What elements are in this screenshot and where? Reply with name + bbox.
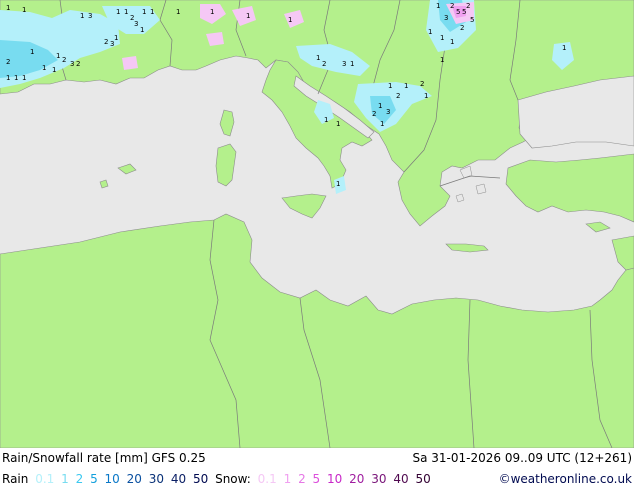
snow-legend-label: Snow: bbox=[215, 472, 251, 486]
precipitation-map: 1 1 1 3 1 1 2 3 1 1 1 2 3 1 1 1 2 3 2 1 … bbox=[0, 0, 634, 448]
precip-label: 1 bbox=[176, 8, 180, 16]
precip-label: 1 bbox=[52, 66, 56, 74]
precip-label: 1 bbox=[142, 8, 146, 16]
snow-legend-2: 2 bbox=[298, 472, 306, 486]
precip-label: 1 bbox=[116, 8, 120, 16]
precip-label: 1 bbox=[336, 120, 340, 128]
precip-label: 1 bbox=[6, 4, 10, 12]
snow-legend-5: 20 bbox=[349, 472, 365, 486]
snow-legend-4: 10 bbox=[327, 472, 343, 486]
precip-label: 2 bbox=[466, 2, 470, 10]
precip-label: 1 bbox=[246, 12, 250, 20]
precip-label: 3 bbox=[386, 108, 390, 116]
snow-legend-1: 1 bbox=[283, 472, 292, 486]
snow-legend-8: 50 bbox=[415, 472, 431, 486]
precip-label: 1 bbox=[428, 28, 432, 36]
precip-label: 2 bbox=[420, 80, 424, 88]
rain-legend-4: 10 bbox=[104, 472, 120, 486]
rain-legend-5: 20 bbox=[126, 472, 142, 486]
precip-label: 2 bbox=[104, 38, 108, 46]
precip-label: 1 bbox=[140, 26, 144, 34]
precip-label: 2 bbox=[6, 58, 10, 66]
precip-label: 1 bbox=[150, 8, 154, 16]
precip-label: 2 bbox=[450, 2, 454, 10]
precip-label: 1 bbox=[324, 116, 328, 124]
precip-label: 1 bbox=[380, 120, 384, 128]
rain-legend-6: 30 bbox=[148, 472, 165, 486]
precip-label: 1 bbox=[56, 52, 60, 60]
precip-label: 1 bbox=[436, 2, 440, 10]
snow-legend-3: 5 bbox=[312, 472, 321, 486]
precip-label: 3 bbox=[134, 20, 138, 28]
precip-label: 1 bbox=[14, 74, 18, 82]
precip-label: 1 bbox=[316, 54, 320, 62]
precip-label: 1 bbox=[42, 64, 46, 72]
credit-link[interactable]: ©weatheronline.co.uk bbox=[499, 469, 632, 490]
precip-label: 1 bbox=[350, 60, 354, 68]
precip-label: 3 bbox=[342, 60, 346, 68]
precip-label: 2 bbox=[372, 110, 376, 118]
rain-legend-1: 1 bbox=[61, 472, 69, 486]
color-legend: Rain 0.1 1 2 5 10 20 30 40 50 Snow: 0.1 … bbox=[2, 469, 434, 490]
snow-legend-6: 30 bbox=[371, 472, 387, 486]
precip-label: 1 bbox=[210, 8, 214, 16]
precip-label: 1 bbox=[440, 56, 444, 64]
precip-label: 1 bbox=[378, 102, 382, 110]
rain-legend-8: 50 bbox=[192, 472, 209, 486]
precip-label: 1 bbox=[22, 74, 26, 82]
precip-label: 2 bbox=[460, 24, 464, 32]
snow-legend-0: 0.1 bbox=[257, 472, 277, 486]
precip-label: 2 bbox=[62, 56, 66, 64]
precip-label: 5 bbox=[470, 16, 474, 24]
precip-label: 1 bbox=[388, 82, 392, 90]
precip-label: 3 bbox=[70, 60, 74, 68]
precip-label: 1 bbox=[6, 74, 10, 82]
precip-label: 1 bbox=[114, 34, 118, 42]
precip-label: 1 bbox=[450, 38, 454, 46]
precip-label: 1 bbox=[124, 8, 128, 16]
precip-label: 5 bbox=[456, 8, 460, 16]
footer-bar: Rain/Snowfall rate [mm] GFS 0.25 Sa 31-0… bbox=[0, 448, 634, 490]
map-title: Rain/Snowfall rate [mm] GFS 0.25 bbox=[2, 451, 206, 465]
precip-label: 2 bbox=[76, 60, 80, 68]
precip-label: 1 bbox=[288, 16, 292, 24]
precip-label: 1 bbox=[404, 82, 408, 90]
rain-legend-2: 2 bbox=[75, 472, 84, 486]
precip-label: 1 bbox=[22, 6, 26, 14]
precip-label: 1 bbox=[424, 92, 428, 100]
precip-label: 1 bbox=[336, 180, 340, 188]
precip-label: 2 bbox=[322, 60, 326, 68]
rain-legend-0: 0.1 bbox=[35, 472, 55, 486]
precip-label: 1 bbox=[30, 48, 34, 56]
precip-label: 3 bbox=[88, 12, 92, 20]
rain-legend-3: 5 bbox=[90, 472, 98, 486]
forecast-datetime: Sa 31-01-2026 09..09 UTC (12+261) bbox=[412, 451, 632, 465]
precip-label: 1 bbox=[80, 12, 84, 20]
precip-label: 1 bbox=[440, 34, 444, 42]
precip-label: 2 bbox=[396, 92, 400, 100]
rain-legend-label: Rain bbox=[2, 472, 29, 486]
snow-legend-7: 40 bbox=[393, 472, 409, 486]
precip-label: 1 bbox=[562, 44, 566, 52]
precip-label: 3 bbox=[444, 14, 448, 22]
rain-legend-7: 40 bbox=[170, 472, 187, 486]
